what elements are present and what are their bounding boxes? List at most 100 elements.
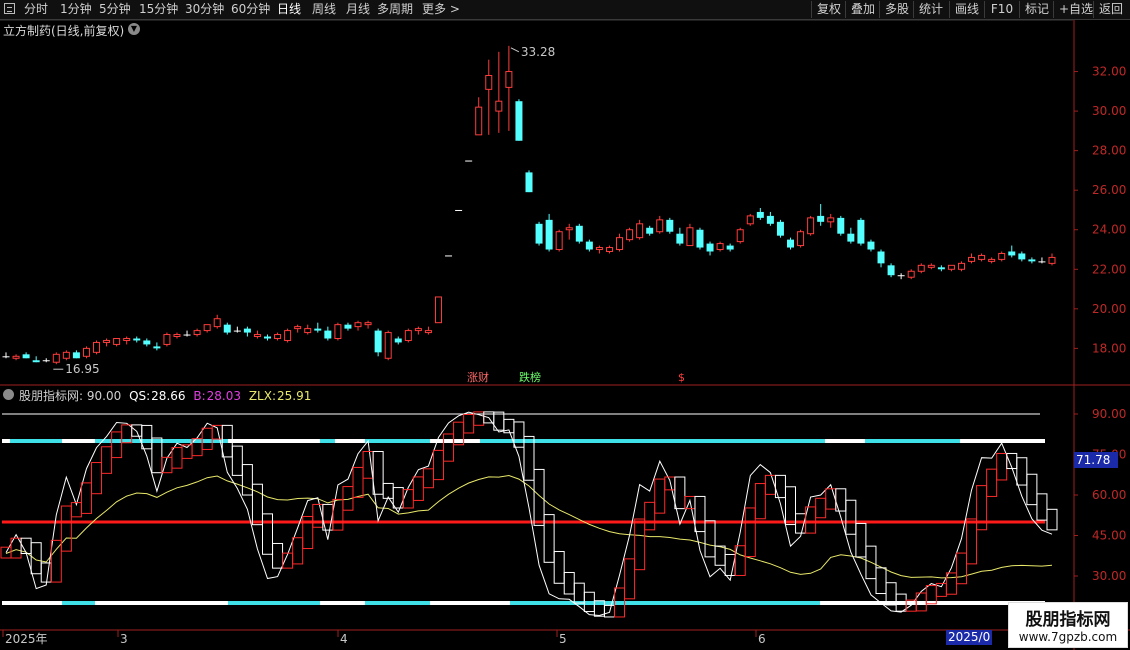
b-box <box>513 421 525 448</box>
kline-chart[interactable]: 18.00 20.00 22.00 24.00 26.00 28.00 30.00 32.00… <box>0 20 1130 650</box>
tab-multi-period[interactable]: 多周期 <box>377 1 413 18</box>
candle <box>1038 257 1046 264</box>
b-box <box>443 433 455 462</box>
candle <box>384 330 392 361</box>
b-box <box>674 476 686 510</box>
tab-15min[interactable]: 15分钟 <box>139 1 178 18</box>
b-box <box>91 462 103 495</box>
candle <box>1018 251 1026 262</box>
candle-body <box>203 324 211 332</box>
candle-body <box>797 231 805 247</box>
b-label: B: <box>193 389 206 403</box>
tab-30min[interactable]: 30分钟 <box>185 1 224 18</box>
add-watchlist-button[interactable]: +自选 <box>1053 1 1095 18</box>
candle-body <box>756 211 764 218</box>
tab-fenshi[interactable]: 分时 <box>24 1 48 18</box>
b-box <box>241 464 253 496</box>
candle-body <box>274 334 282 339</box>
candle-body <box>1038 261 1046 263</box>
b-box <box>955 552 967 585</box>
b-box <box>111 431 123 459</box>
zlx-label: ZLX: <box>248 389 276 403</box>
stock-title: 立方制药(日线,前复权) <box>3 24 125 38</box>
candle <box>485 59 493 135</box>
chevron-down-icon[interactable]: ▼ <box>128 23 140 35</box>
draw-line-button[interactable]: 画线 <box>949 1 984 18</box>
candle-body <box>605 247 613 252</box>
candle-body <box>555 231 563 251</box>
overlay-button[interactable]: 叠加 <box>845 1 880 18</box>
tab-5min[interactable]: 5分钟 <box>99 1 131 18</box>
candle-body <box>384 332 392 359</box>
price-tick-label: 28.00 <box>1092 144 1126 158</box>
menu-icon[interactable] <box>4 3 15 14</box>
candle <box>314 322 322 333</box>
candle <box>213 314 221 329</box>
zlx-line <box>5 474 1053 579</box>
f10-button[interactable]: F10 <box>984 1 1019 18</box>
b-box <box>352 466 364 498</box>
b-box <box>835 488 847 512</box>
candle <box>605 245 613 254</box>
multi-stock-button[interactable]: 多股 <box>879 1 914 18</box>
candle <box>535 221 543 246</box>
candle <box>827 213 835 228</box>
candle <box>585 239 593 252</box>
candle <box>404 328 412 343</box>
candle-body <box>746 215 754 225</box>
tab-monthly[interactable]: 月线 <box>346 1 370 18</box>
candle <box>243 326 251 337</box>
indicator-name: 股朋指标网 <box>19 389 80 403</box>
candle <box>837 215 845 236</box>
candle <box>746 213 754 226</box>
b-box <box>40 562 52 583</box>
candle-body <box>897 275 905 277</box>
candle-body <box>968 256 976 262</box>
b-box <box>654 478 666 514</box>
candle <box>495 51 503 133</box>
tab-weekly[interactable]: 周线 <box>312 1 336 18</box>
tab-1min[interactable]: 1分钟 <box>60 1 92 18</box>
candle-body <box>434 296 442 324</box>
candle-body <box>847 233 855 242</box>
candle <box>324 326 332 341</box>
candle-body <box>656 219 664 233</box>
candle <box>726 243 734 252</box>
tab-more[interactable]: 更多 > <box>422 1 460 18</box>
candle-body <box>294 326 302 330</box>
candle-body <box>404 330 412 341</box>
candle <box>555 229 563 252</box>
candle-body <box>485 75 493 90</box>
candle <box>93 340 101 355</box>
candle-body <box>32 360 40 363</box>
candle-body <box>686 227 694 247</box>
candle-body <box>495 100 503 112</box>
candle <box>636 219 644 240</box>
price-tick-label: 30.00 <box>1092 104 1126 118</box>
candle <box>82 346 90 359</box>
fuquan-button[interactable]: 复权 <box>811 1 846 18</box>
candle-body <box>143 340 151 345</box>
stats-button[interactable]: 统计 <box>913 1 948 18</box>
candle-body <box>585 241 593 250</box>
candle-body <box>173 334 181 338</box>
candle <box>455 209 463 211</box>
tab-60min[interactable]: 60分钟 <box>231 1 270 18</box>
candle <box>334 322 342 341</box>
candle-body <box>62 351 70 359</box>
b-box <box>644 501 656 531</box>
tab-daily[interactable]: 日线 <box>277 1 301 18</box>
b-box <box>372 450 384 495</box>
candle <box>364 320 372 329</box>
ind-tick-label: 45.00 <box>1092 529 1126 543</box>
candle-body <box>344 324 352 329</box>
x-label-june: 6 <box>758 632 766 646</box>
mark-button[interactable]: 标记 <box>1019 1 1054 18</box>
candle-body <box>72 352 80 359</box>
candle-body <box>82 347 90 357</box>
candle-body <box>183 334 191 336</box>
back-button[interactable]: 返回 <box>1093 1 1128 18</box>
candle-body <box>736 229 744 243</box>
qs-value: 28.66 <box>151 389 186 403</box>
candle <box>193 328 201 337</box>
